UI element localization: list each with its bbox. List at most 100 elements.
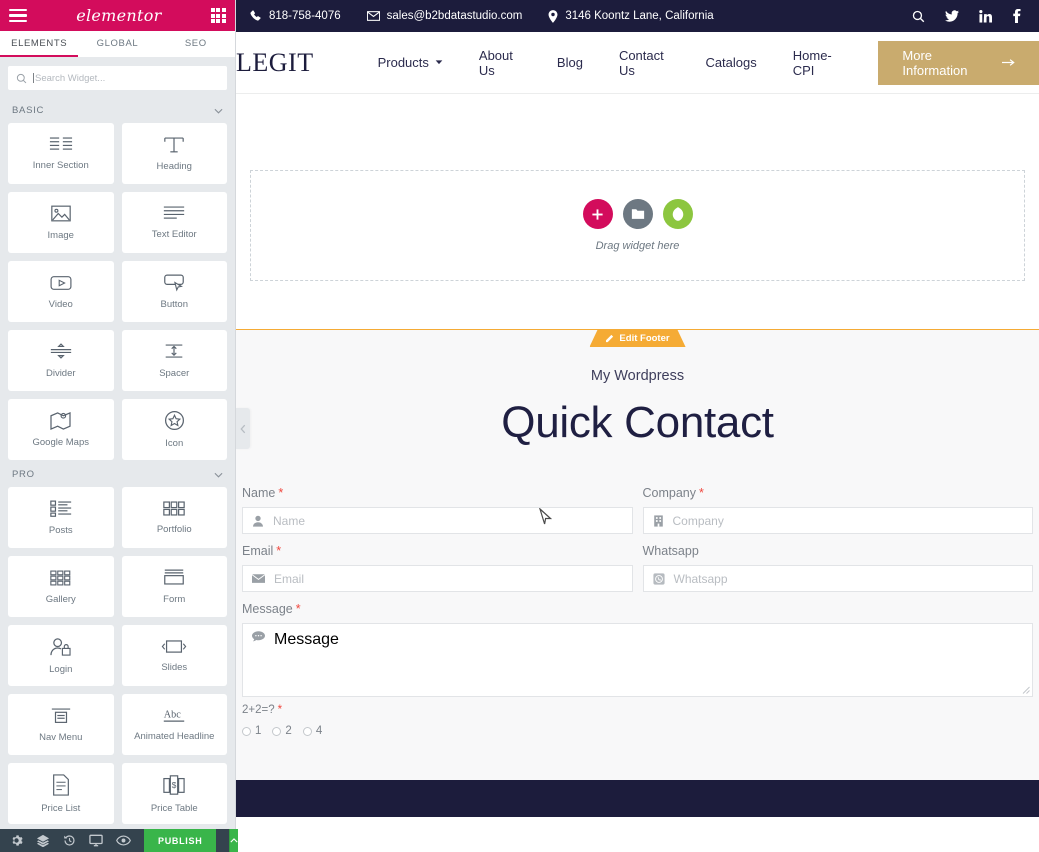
phone-icon <box>250 10 261 21</box>
history-icon[interactable] <box>63 834 76 847</box>
widget-video[interactable]: Video <box>8 261 114 322</box>
svg-text:Abc: Abc <box>164 709 181 720</box>
widget-animated-headline[interactable]: Abc Animated Headline <box>121 694 227 755</box>
footer-section-divider: Edit Footer <box>236 329 1039 330</box>
widget-nav-menu[interactable]: Nav Menu <box>8 694 114 755</box>
company-input[interactable]: Company <box>642 507 1033 534</box>
captcha-option-1[interactable]: 1 <box>242 725 261 737</box>
widget-divider[interactable]: Divider <box>8 330 114 391</box>
site-footer-bar <box>236 780 1039 817</box>
site-nav-links: Products About Us Blog Contact Us Catalo… <box>360 48 859 78</box>
topbar-address[interactable]: 3146 Koontz Lane, California <box>548 9 714 23</box>
widget-label: Inner Section <box>32 160 89 171</box>
edit-footer-tab[interactable]: Edit Footer <box>589 330 685 347</box>
widget-slides[interactable]: Slides <box>121 625 227 686</box>
image-icon <box>50 205 71 222</box>
category-pro-label: PRO <box>12 469 35 480</box>
widget-google-maps[interactable]: Google Maps <box>8 399 114 460</box>
more-information-button[interactable]: More Information <box>878 40 1039 85</box>
arrow-right-icon <box>1002 59 1015 66</box>
name-input[interactable]: Name <box>242 507 633 534</box>
publish-button[interactable]: PUBLISH <box>144 829 217 852</box>
label-text: Message <box>242 602 293 616</box>
topbar-email[interactable]: sales@b2bdatastudio.com <box>366 10 522 22</box>
chevron-down-icon <box>435 60 443 65</box>
price-table-icon: $ <box>163 774 185 795</box>
widget-list[interactable]: BASIC Inner Section Heading Image Text E… <box>0 96 235 829</box>
animated-headline-icon: Abc <box>164 709 185 722</box>
user-icon <box>253 515 263 527</box>
captcha-option-4[interactable]: 4 <box>302 725 322 737</box>
widget-gallery[interactable]: Gallery <box>8 556 114 617</box>
tab-global[interactable]: GLOBAL <box>78 31 156 57</box>
field-whatsapp: Whatsapp Whatsapp <box>642 544 1033 592</box>
layers-icon[interactable] <box>36 834 50 847</box>
plus-icon <box>592 208 603 220</box>
widget-button[interactable]: Button <box>121 261 227 322</box>
price-list-icon <box>52 773 69 796</box>
captcha-option-2[interactable]: 2 <box>272 725 292 737</box>
widget-price-table[interactable]: $ Price Table <box>121 763 227 824</box>
widget-heading[interactable]: Heading <box>121 123 227 184</box>
widget-image[interactable]: Image <box>8 192 114 253</box>
chevron-down-icon <box>214 472 223 478</box>
nav-link-products[interactable]: Products <box>360 55 461 70</box>
nav-link-home-cpi[interactable]: Home-CPI <box>775 48 859 78</box>
apps-grid-icon[interactable] <box>210 7 226 24</box>
elementor-editor: elementor ELEMENTS GLOBAL SEO Search Wid… <box>0 0 1039 852</box>
add-section-button[interactable] <box>582 199 613 229</box>
hamburger-icon[interactable] <box>9 8 27 23</box>
nav-link-catalogs[interactable]: Catalogs <box>687 55 774 70</box>
search-icon <box>16 73 27 83</box>
widget-dropzone[interactable]: Drag widget here <box>250 170 1025 281</box>
twitter-icon[interactable] <box>945 10 959 22</box>
panel-tabs: ELEMENTS GLOBAL SEO <box>0 31 235 57</box>
panel-header: elementor <box>0 0 235 31</box>
category-basic[interactable]: BASIC <box>0 96 235 123</box>
site-brand[interactable]: LEGIT <box>236 48 314 78</box>
widget-form[interactable]: Form <box>121 556 227 617</box>
widget-price-list[interactable]: Price List <box>8 763 114 824</box>
widget-label: Slides <box>161 661 188 673</box>
widget-label: Posts <box>48 525 73 536</box>
widget-label: Heading <box>156 161 192 172</box>
category-pro[interactable]: PRO <box>0 460 235 487</box>
resize-grip-icon[interactable] <box>1021 685 1030 694</box>
widget-label: Image <box>47 230 74 241</box>
widget-inner-section[interactable]: Inner Section <box>8 123 114 184</box>
nav-link-contact-us[interactable]: Contact Us <box>601 48 688 78</box>
widget-login[interactable]: Login <box>8 625 114 686</box>
leaf-icon <box>672 207 683 221</box>
chevron-left-icon <box>240 424 246 433</box>
widget-icon[interactable]: Icon <box>121 399 227 460</box>
tab-elements[interactable]: ELEMENTS <box>0 31 79 57</box>
tab-seo[interactable]: SEO <box>157 31 235 57</box>
widget-posts[interactable]: Posts <box>8 487 114 548</box>
whatsapp-input[interactable]: Whatsapp <box>642 565 1033 592</box>
company-placeholder: Company <box>672 513 724 528</box>
topbar-phone[interactable]: 818-758-4076 <box>250 10 341 22</box>
widget-label: Price List <box>41 802 81 814</box>
facebook-icon[interactable] <box>1012 9 1021 23</box>
widget-spacer[interactable]: Spacer <box>121 330 227 391</box>
add-template-button[interactable] <box>622 199 653 229</box>
desktop-icon[interactable] <box>89 834 103 847</box>
panel-collapse-handle[interactable] <box>236 408 250 449</box>
widget-label: Divider <box>45 368 76 379</box>
nav-link-blog[interactable]: Blog <box>539 55 601 70</box>
widget-portfolio[interactable]: Portfolio <box>121 487 227 548</box>
linkedin-icon[interactable] <box>979 9 992 23</box>
publish-options-button[interactable] <box>229 829 239 852</box>
email-input[interactable]: Email <box>242 565 633 592</box>
eye-icon[interactable] <box>116 835 131 846</box>
widget-text-editor[interactable]: Text Editor <box>121 192 227 253</box>
nav-link-about-us[interactable]: About Us <box>461 48 539 78</box>
add-leaf-button[interactable] <box>662 199 693 229</box>
search-input[interactable]: Search Widget... <box>8 66 227 90</box>
building-icon <box>653 514 663 527</box>
empty-section: Drag widget here <box>236 94 1039 329</box>
search-icon[interactable] <box>912 10 925 23</box>
elementor-logo: elementor <box>76 6 162 25</box>
message-textarea[interactable]: Message <box>242 623 1033 697</box>
gear-icon[interactable] <box>10 834 23 847</box>
